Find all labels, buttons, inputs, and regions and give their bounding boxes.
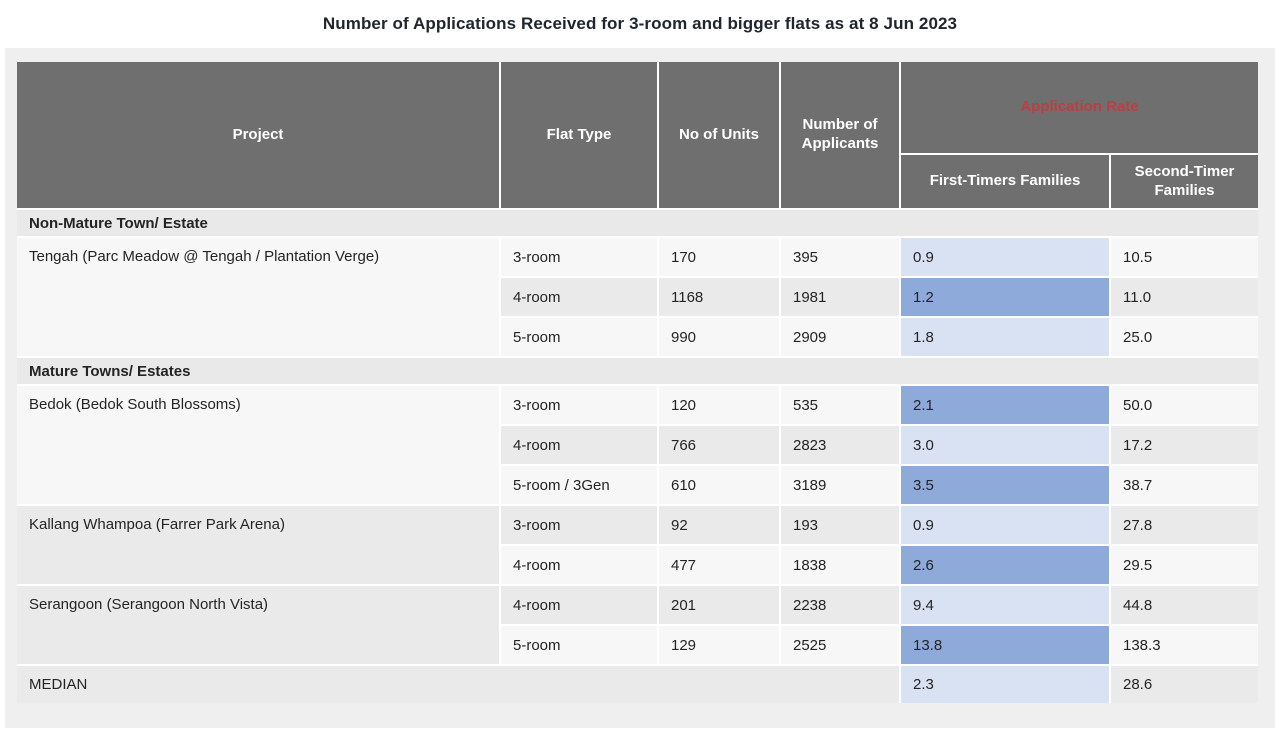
table-row: Tengah (Parc Meadow @ Tengah / Plantatio…: [16, 236, 1260, 358]
project-cell: Kallang Whampoa (Farrer Park Arena): [16, 504, 501, 586]
section-header-row: Non-Mature Town/ Estate: [15, 208, 1260, 238]
flat-type-cell: 4-room: [499, 276, 659, 318]
col-header-first-timers: First-Timers Families: [899, 153, 1111, 210]
col-header-project: Project: [16, 61, 501, 210]
first-timer-rate-cell: 1.8: [899, 316, 1111, 358]
second-timer-rate-cell: 38.7: [1108, 464, 1260, 506]
table-row: Bedok (Bedok South Blossoms) 3-room 120 …: [16, 384, 1260, 506]
first-timer-rate-cell: 0.9: [899, 236, 1111, 278]
first-timer-rate-cell: 9.4: [899, 584, 1111, 626]
section-header-row: Mature Towns/ Estates: [15, 356, 1260, 386]
table-row: Serangoon (Serangoon North Vista) 4-room…: [16, 584, 1260, 666]
project-cell: Bedok (Bedok South Blossoms): [16, 384, 501, 506]
col-header-application-rate: Application Rate: [898, 61, 1260, 155]
flat-type-cell: 4-room: [499, 424, 659, 466]
second-timer-rate-cell: 25.0: [1108, 316, 1260, 358]
table-panel: Project Flat Type No of Units Number of …: [5, 48, 1275, 728]
units-cell: 610: [657, 464, 781, 506]
applicants-cell: 2525: [779, 624, 901, 666]
flat-type-cell: 5-room / 3Gen: [499, 464, 659, 506]
applicants-cell: 1981: [779, 276, 901, 318]
second-timer-rate-cell: 28.6: [1108, 664, 1260, 704]
flat-type-cell: 3-room: [499, 236, 659, 278]
table-header: Project Flat Type No of Units Number of …: [16, 61, 1260, 210]
header-row-main: Project Flat Type No of Units Number of …: [16, 61, 1260, 210]
second-timer-rate-cell: 27.8: [1108, 504, 1260, 546]
units-cell: 201: [657, 584, 781, 626]
flat-type-cell: 4-room: [499, 544, 659, 586]
first-timer-rate-cell: 2.1: [899, 384, 1111, 426]
units-cell: 1168: [657, 276, 781, 318]
first-timer-rate-cell: 3.5: [899, 464, 1111, 506]
second-timer-rate-cell: 44.8: [1108, 584, 1260, 626]
page-title: Number of Applications Received for 3-ro…: [322, 14, 958, 33]
first-timer-rate-cell: 2.3: [899, 664, 1111, 704]
median-row: MEDIAN 2.3 28.6: [16, 664, 1260, 704]
second-timer-rate-cell: 50.0: [1108, 384, 1260, 426]
flat-type-cell: 5-room: [499, 624, 659, 666]
units-cell: 129: [657, 624, 781, 666]
col-header-applicants: Number of Applicants: [779, 61, 901, 210]
second-timer-rate-cell: 10.5: [1108, 236, 1260, 278]
section-label: Mature Towns/ Estates: [15, 356, 1260, 386]
first-timer-rate-cell: 1.2: [899, 276, 1111, 318]
applicants-cell: 395: [779, 236, 901, 278]
first-timer-rate-cell: 2.6: [899, 544, 1111, 586]
section-label: Non-Mature Town/ Estate: [15, 208, 1260, 238]
flat-type-cell: 4-room: [499, 584, 659, 626]
col-header-second-timers: Second-Timer Families: [1108, 153, 1260, 210]
applicants-cell: 3189: [779, 464, 901, 506]
applicants-cell: 2238: [779, 584, 901, 626]
second-timer-rate-cell: 138.3: [1108, 624, 1260, 666]
table-row: Kallang Whampoa (Farrer Park Arena) 3-ro…: [16, 504, 1260, 586]
flat-type-cell: 3-room: [499, 504, 659, 546]
flat-type-cell: 3-room: [499, 384, 659, 426]
col-header-flat-type: Flat Type: [499, 61, 659, 210]
flat-type-cell: 5-room: [499, 316, 659, 358]
units-cell: 170: [657, 236, 781, 278]
applicants-cell: 535: [779, 384, 901, 426]
units-cell: 766: [657, 424, 781, 466]
second-timer-rate-cell: 11.0: [1108, 276, 1260, 318]
first-timer-rate-cell: 0.9: [899, 504, 1111, 546]
median-label: MEDIAN: [16, 664, 901, 704]
units-cell: 477: [657, 544, 781, 586]
project-cell: Serangoon (Serangoon North Vista): [16, 584, 501, 666]
first-timer-rate-cell: 3.0: [899, 424, 1111, 466]
applicants-cell: 1838: [779, 544, 901, 586]
units-cell: 990: [657, 316, 781, 358]
applications-table: Project Flat Type No of Units Number of …: [15, 61, 1260, 704]
units-cell: 120: [657, 384, 781, 426]
col-header-units: No of Units: [657, 61, 781, 210]
second-timer-rate-cell: 17.2: [1108, 424, 1260, 466]
project-cell: Tengah (Parc Meadow @ Tengah / Plantatio…: [16, 236, 501, 358]
applicants-cell: 193: [779, 504, 901, 546]
units-cell: 92: [657, 504, 781, 546]
first-timer-rate-cell: 13.8: [899, 624, 1111, 666]
applicants-cell: 2909: [779, 316, 901, 358]
applicants-cell: 2823: [779, 424, 901, 466]
second-timer-rate-cell: 29.5: [1108, 544, 1260, 586]
